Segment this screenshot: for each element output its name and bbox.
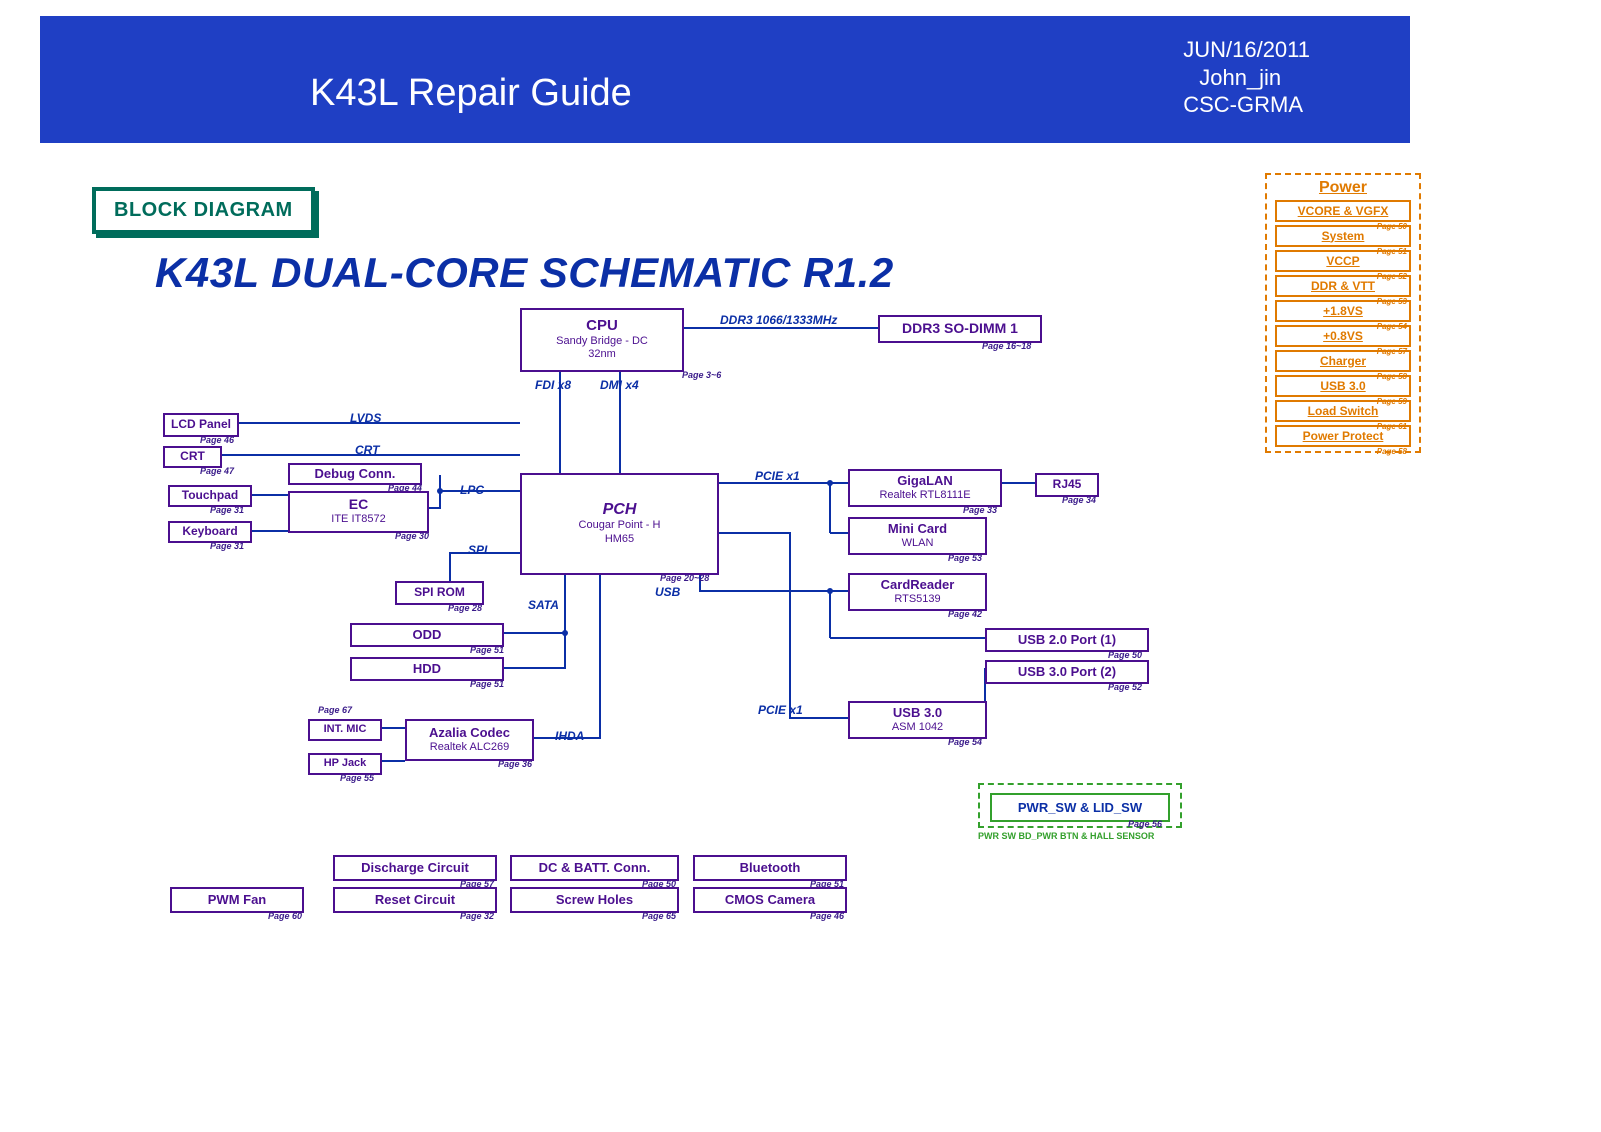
bus-spi: SPI [468, 543, 487, 557]
header-dept: CSC-GRMA [1183, 91, 1310, 119]
ec-block: EC ITE IT8572 [288, 491, 429, 533]
lcd-block: LCD Panel [163, 413, 239, 437]
pwr-sw-note: PWR SW BD_PWR BTN & HALL SENSOR [978, 831, 1154, 841]
bus-sata: SATA [528, 598, 559, 612]
ddr-page: Page 16~18 [982, 341, 1031, 351]
power-row: Power ProtectPage 58 [1275, 425, 1411, 447]
ddr-block: DDR3 SO-DIMM 1 [878, 315, 1042, 343]
power-row: SystemPage 51 [1275, 225, 1411, 247]
cpu-block: CPU Sandy Bridge - DC 32nm [520, 308, 684, 372]
cmoscam-block: CMOS Camera [693, 887, 847, 913]
odd-block: ODD [350, 623, 504, 647]
rj45-block: RJ45 [1035, 473, 1099, 497]
gigalan-block: GigaLAN Realtek RTL8111E [848, 469, 1002, 507]
pch-page: Page 20~28 [660, 573, 709, 583]
power-panel: Power VCORE & VGFXPage 50 SystemPage 51 … [1265, 173, 1421, 453]
bus-dmi: DMI x4 [600, 378, 639, 392]
cmoscam-page: Page 46 [810, 911, 844, 921]
touchpad-block: Touchpad [168, 485, 252, 507]
power-row: +1.8VSPage 54 [1275, 300, 1411, 322]
power-row: USB 3.0Page 59 [1275, 375, 1411, 397]
bus-fdi: FDI x8 [535, 378, 571, 392]
reset-page: Page 32 [460, 911, 494, 921]
power-row: VCCPPage 52 [1275, 250, 1411, 272]
bus-pcie2: PCIE x1 [758, 703, 803, 717]
lcd-page: Page 46 [200, 435, 234, 445]
power-title: Power [1267, 179, 1419, 197]
power-row: DDR & VTTPage 53 [1275, 275, 1411, 297]
reset-block: Reset Circuit [333, 887, 497, 913]
power-row: +0.8VSPage 57 [1275, 325, 1411, 347]
pwmfan-page: Page 60 [268, 911, 302, 921]
bus-crt: CRT [355, 443, 379, 457]
keyboard-page: Page 31 [210, 541, 244, 551]
dcbatt-block: DC & BATT. Conn. [510, 855, 679, 881]
discharge-block: Discharge Circuit [333, 855, 497, 881]
pwmfan-block: PWM Fan [170, 887, 304, 913]
usb30p-page: Page 52 [1108, 682, 1142, 692]
bus-ihda: IHDA [555, 729, 584, 743]
debug-block: Debug Conn. [288, 463, 422, 485]
power-row: Load SwitchPage 61 [1275, 400, 1411, 422]
intmic-block: INT. MIC [308, 719, 382, 741]
cardreader-block: CardReader RTS5139 [848, 573, 987, 611]
page-title: K43L Repair Guide [100, 72, 1183, 119]
block-diagram-badge: BLOCK DIAGRAM [92, 187, 315, 234]
hdd-block: HDD [350, 657, 504, 681]
gigalan-page: Page 33 [963, 505, 997, 515]
bus-lvds: LVDS [350, 411, 381, 425]
azalia-block: Azalia Codec Realtek ALC269 [405, 719, 534, 761]
power-row: ChargerPage 58 [1275, 350, 1411, 372]
header-meta: JUN/16/2011 John_jin CSC-GRMA [1183, 36, 1350, 119]
rj45-page: Page 34 [1062, 495, 1096, 505]
spirom-page: Page 28 [448, 603, 482, 613]
bus-ddr3: DDR3 1066/1333MHz [720, 313, 837, 327]
header-author: John_jin [1183, 64, 1310, 92]
hpjack-block: HP Jack [308, 753, 382, 775]
usb20-block: USB 2.0 Port (1) [985, 628, 1149, 652]
page-header: K43L Repair Guide JUN/16/2011 John_jin C… [40, 16, 1410, 143]
usb30port-block: USB 3.0 Port (2) [985, 660, 1149, 684]
crt-block: CRT [163, 446, 222, 468]
cardreader-page: Page 42 [948, 609, 982, 619]
spirom-block: SPI ROM [395, 581, 484, 605]
screw-block: Screw Holes [510, 887, 679, 913]
keyboard-block: Keyboard [168, 521, 252, 543]
cpu-page: Page 3~6 [682, 370, 721, 380]
ec-page: Page 30 [395, 531, 429, 541]
odd-page: Page 51 [470, 645, 504, 655]
azalia-page: Page 36 [498, 759, 532, 769]
pch-block: PCH Cougar Point - H HM65 [520, 473, 719, 575]
usb30-page: Page 54 [948, 737, 982, 747]
intmic-page: Page 67 [318, 705, 352, 715]
touchpad-page: Page 31 [210, 505, 244, 515]
power-row: VCORE & VGFXPage 50 [1275, 200, 1411, 222]
diagram-canvas: BLOCK DIAGRAM K43L DUAL-CORE SCHEMATIC R… [0, 173, 1601, 1093]
crt-page: Page 47 [200, 466, 234, 476]
screw-page: Page 65 [642, 911, 676, 921]
usb20-page: Page 50 [1108, 650, 1142, 660]
minicard-page: Page 53 [948, 553, 982, 563]
hdd-page: Page 51 [470, 679, 504, 689]
pwr-sw-page: Page 56 [1128, 819, 1162, 829]
bus-lpc: LPC [460, 483, 484, 497]
bus-pcie1: PCIE x1 [755, 469, 800, 483]
usb30-block: USB 3.0 ASM 1042 [848, 701, 987, 739]
pwr-sw-block: PWR_SW & LID_SW [990, 793, 1170, 822]
minicard-block: Mini Card WLAN [848, 517, 987, 555]
bus-usb: USB [655, 585, 680, 599]
bluetooth-block: Bluetooth [693, 855, 847, 881]
header-date: JUN/16/2011 [1183, 36, 1310, 64]
schematic-title: K43L DUAL-CORE SCHEMATIC R1.2 [155, 249, 894, 297]
hpjack-page: Page 55 [340, 773, 374, 783]
